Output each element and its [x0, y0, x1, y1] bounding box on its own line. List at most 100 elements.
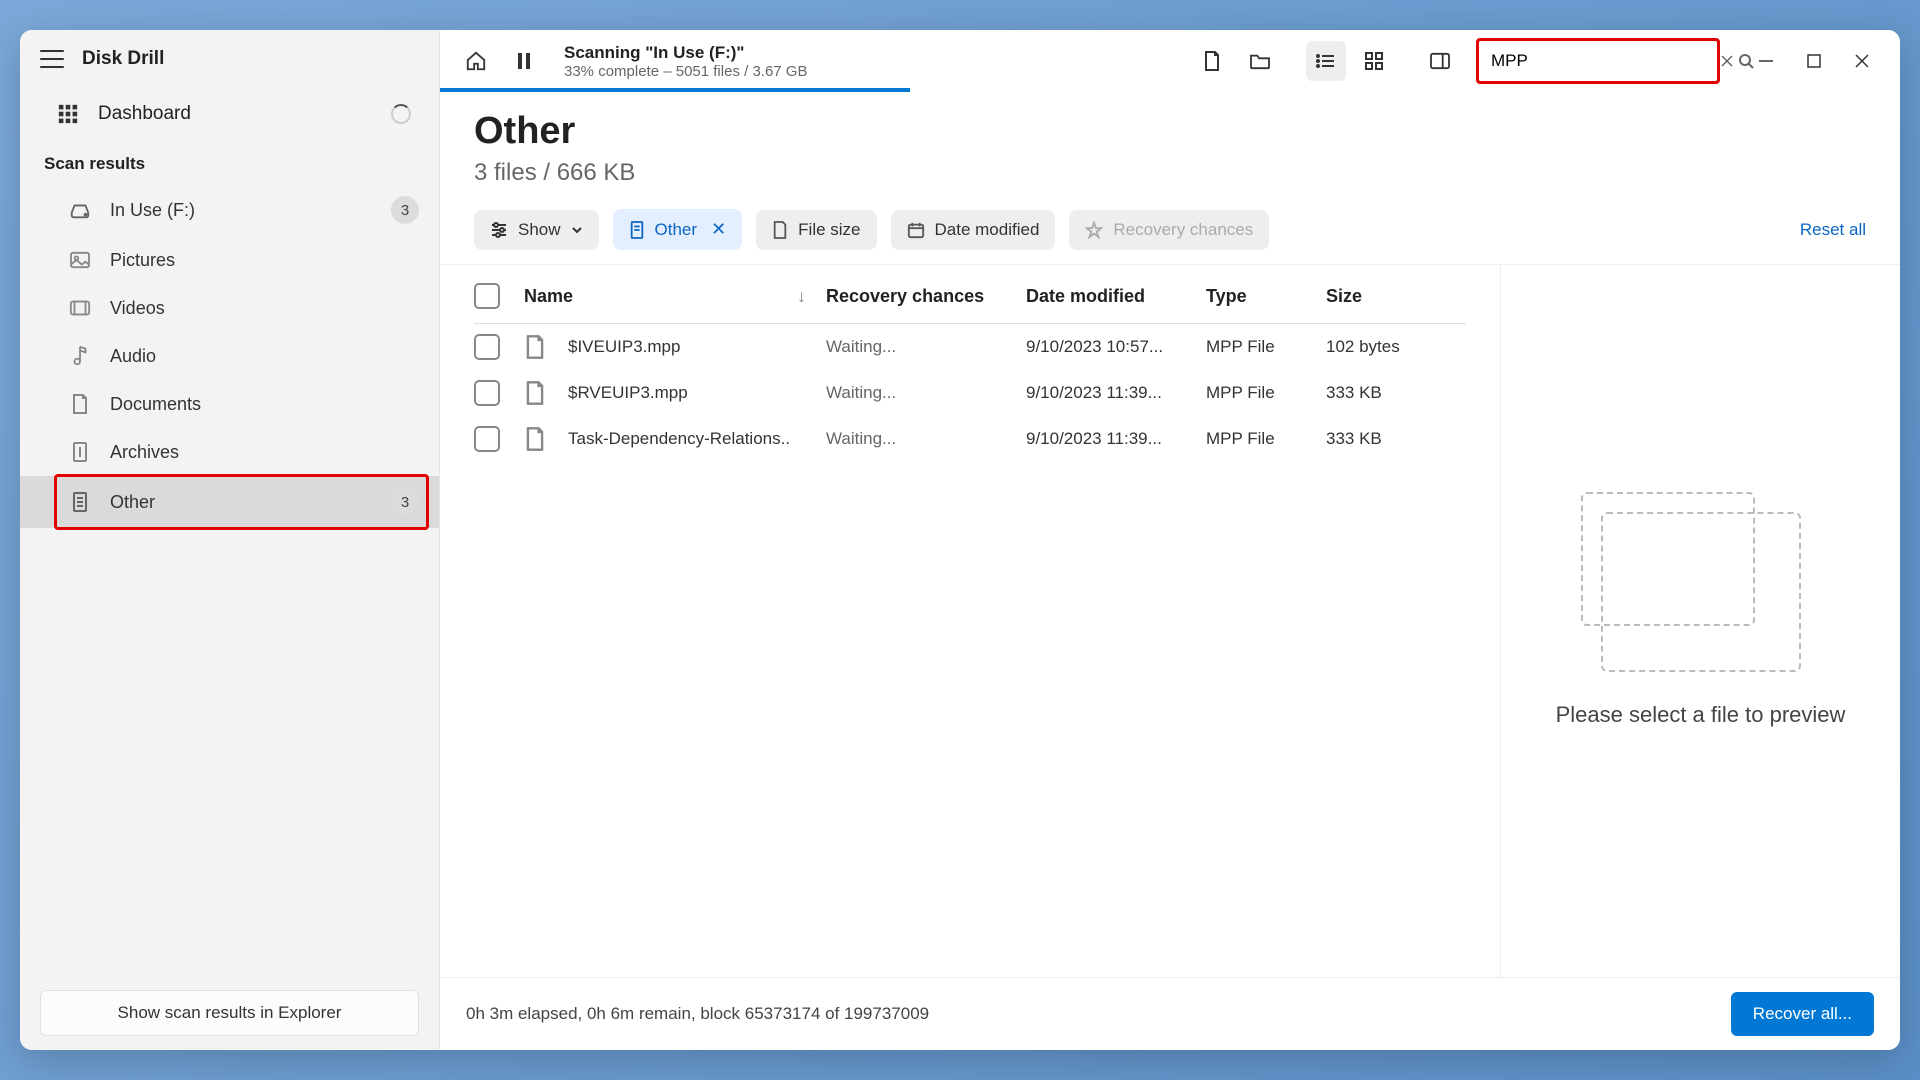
select-all-checkbox[interactable] [474, 283, 500, 309]
star-icon [1085, 221, 1103, 239]
file-icon [524, 334, 546, 360]
cell-size: 333 KB [1326, 429, 1466, 449]
show-in-explorer-button[interactable]: Show scan results in Explorer [40, 990, 419, 1036]
row-checkbox[interactable] [474, 334, 500, 360]
filter-recovery-button[interactable]: Recovery chances [1069, 210, 1269, 250]
content-body: Name↓ Recovery chances Date modified Typ… [440, 264, 1900, 977]
column-size[interactable]: Size [1326, 286, 1466, 307]
recover-all-button[interactable]: Recover all... [1731, 992, 1874, 1036]
column-type[interactable]: Type [1206, 286, 1326, 307]
table-row[interactable]: Task-Dependency-Relations.. Waiting... 9… [474, 416, 1466, 462]
filter-other-chip[interactable]: Other ✕ [613, 209, 743, 250]
archives-icon [68, 440, 92, 464]
cell-recovery: Waiting... [826, 337, 1026, 357]
other-icon [68, 490, 92, 514]
preview-placeholder-icon [1601, 512, 1801, 672]
cell-date: 9/10/2023 10:57... [1026, 337, 1206, 357]
file-name: $IVEUIP3.mpp [568, 337, 680, 357]
row-checkbox[interactable] [474, 426, 500, 452]
page-subtitle: 3 files / 666 KB [474, 159, 1866, 187]
file-table: Name↓ Recovery chances Date modified Typ… [440, 265, 1500, 977]
loading-spinner-icon [391, 104, 411, 124]
filters-row: Show Other ✕ File size Date modified [440, 195, 1900, 264]
app-window: Disk Drill Dashboard Scan results In Use… [20, 30, 1900, 1050]
chevron-down-icon [571, 226, 583, 234]
file-icon [524, 380, 546, 406]
grid-view-button[interactable] [1354, 41, 1394, 81]
filter-label: Recovery chances [1113, 220, 1253, 240]
cell-type: MPP File [1206, 337, 1326, 357]
filter-filesize-button[interactable]: File size [756, 210, 876, 250]
dashboard-label: Dashboard [98, 103, 191, 125]
topbar: Scanning "In Use (F:)" 33% complete – 50… [440, 30, 1900, 92]
reset-all-link[interactable]: Reset all [1800, 220, 1866, 240]
sidebar-item-label: Audio [110, 346, 156, 367]
clear-search-icon[interactable] [1720, 54, 1734, 68]
menu-icon[interactable] [40, 50, 64, 68]
maximize-button[interactable] [1792, 41, 1836, 81]
file-view-button[interactable] [1192, 41, 1232, 81]
disk-icon [68, 198, 92, 222]
window-controls [1744, 41, 1884, 81]
pause-button[interactable] [504, 41, 544, 81]
cell-recovery: Waiting... [826, 383, 1026, 403]
table-row[interactable]: $RVEUIP3.mpp Waiting... 9/10/2023 11:39.… [474, 370, 1466, 416]
column-recovery[interactable]: Recovery chances [826, 286, 1026, 307]
sidebar-item-label: In Use (F:) [110, 200, 195, 221]
cell-recovery: Waiting... [826, 429, 1026, 449]
documents-icon [68, 392, 92, 416]
filter-show-button[interactable]: Show [474, 210, 599, 250]
file-icon [524, 426, 546, 452]
file-name: $RVEUIP3.mpp [568, 383, 688, 403]
dashboard-icon [56, 102, 80, 126]
preview-pane: Please select a file to preview [1500, 265, 1900, 977]
sidebar-item-other[interactable]: Other 3 [20, 476, 439, 528]
app-title: Disk Drill [82, 48, 164, 70]
scan-title: Scanning "In Use (F:)" [564, 43, 807, 63]
close-button[interactable] [1840, 41, 1884, 81]
column-date[interactable]: Date modified [1026, 286, 1206, 307]
sidebar-item-label: Archives [110, 442, 179, 463]
page-title: Other [474, 110, 1866, 153]
scan-info: Scanning "In Use (F:)" 33% complete – 50… [564, 43, 807, 80]
sidebar-section-label: Scan results [20, 140, 439, 184]
preview-toggle-button[interactable] [1420, 41, 1460, 81]
row-checkbox[interactable] [474, 380, 500, 406]
list-view-button[interactable] [1306, 41, 1346, 81]
file-name: Task-Dependency-Relations.. [568, 429, 790, 449]
filter-label: Date modified [935, 220, 1040, 240]
filter-label: Other [655, 220, 698, 240]
search-icon[interactable] [1738, 53, 1754, 69]
sidebar-item-archives[interactable]: Archives [20, 428, 439, 476]
sidebar-item-label: Documents [110, 394, 201, 415]
sidebar-item-videos[interactable]: Videos [20, 284, 439, 332]
folder-view-button[interactable] [1240, 41, 1280, 81]
sidebar-item-audio[interactable]: Audio [20, 332, 439, 380]
sidebar-item-inuse[interactable]: In Use (F:) 3 [20, 184, 439, 236]
cell-type: MPP File [1206, 383, 1326, 403]
sidebar-badge: 3 [391, 488, 419, 516]
sidebar-item-label: Other [110, 492, 155, 513]
other-icon [629, 220, 645, 240]
scan-subtitle: 33% complete – 5051 files / 3.67 GB [564, 63, 807, 80]
filter-date-button[interactable]: Date modified [891, 210, 1056, 250]
close-icon[interactable]: ✕ [711, 219, 726, 240]
sidebar-item-pictures[interactable]: Pictures [20, 236, 439, 284]
sidebar: Disk Drill Dashboard Scan results In Use… [20, 30, 440, 1050]
calendar-icon [907, 221, 925, 239]
table-header: Name↓ Recovery chances Date modified Typ… [474, 269, 1466, 324]
cell-date: 9/10/2023 11:39... [1026, 429, 1206, 449]
search-input[interactable] [1487, 45, 1716, 77]
home-button[interactable] [456, 41, 496, 81]
column-name[interactable]: Name↓ [524, 286, 826, 307]
cell-size: 102 bytes [1326, 337, 1466, 357]
sidebar-badge: 3 [391, 196, 419, 224]
search-box[interactable] [1478, 40, 1718, 82]
nav-dashboard[interactable]: Dashboard [20, 88, 439, 140]
content-header: Other 3 files / 666 KB [440, 92, 1900, 195]
sidebar-item-label: Videos [110, 298, 165, 319]
table-row[interactable]: $IVEUIP3.mpp Waiting... 9/10/2023 10:57.… [474, 324, 1466, 370]
sidebar-item-documents[interactable]: Documents [20, 380, 439, 428]
body-wrap: Disk Drill Dashboard Scan results In Use… [20, 30, 1900, 1050]
sliders-icon [490, 222, 508, 238]
